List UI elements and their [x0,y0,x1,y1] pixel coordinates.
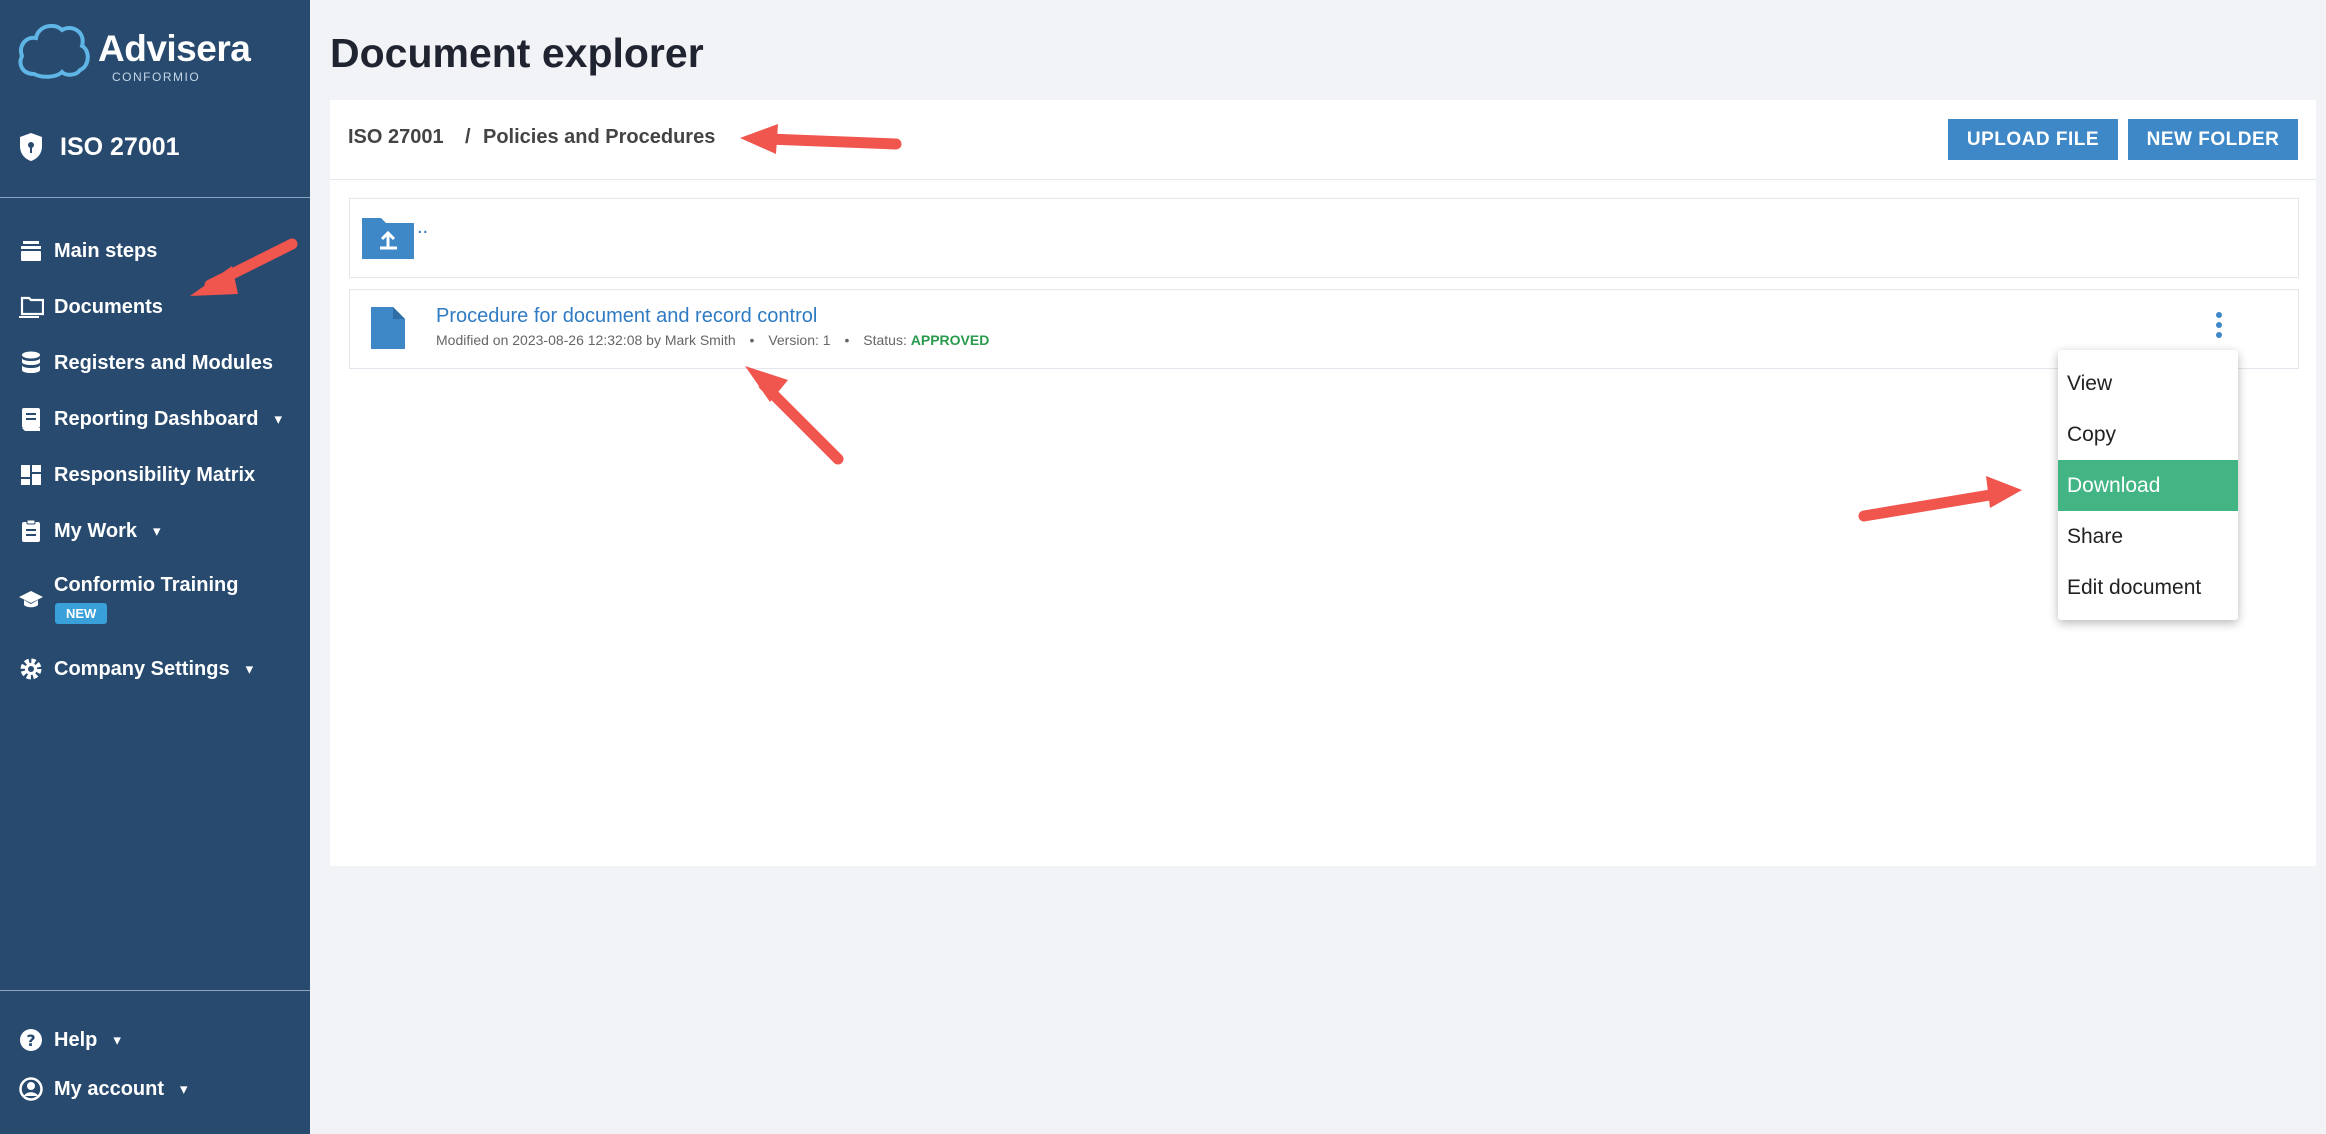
graduation-cap-icon [19,591,43,608]
sidebar-item-label: Main steps [54,239,158,262]
document-title-link[interactable]: Procedure for document and record contro… [436,305,817,328]
more-options-icon[interactable] [2214,312,2224,346]
chevron-down-icon: ▾ [113,1032,121,1049]
cloud-logo-icon [18,23,90,79]
logo[interactable]: Advisera CONFORMIO [16,18,276,88]
sidebar-item-training[interactable]: Conformio Training [18,574,238,612]
help-icon: ? [20,1029,42,1051]
page-title: Document explorer [330,30,704,76]
dashboard-icon [21,465,41,485]
report-icon [22,408,40,431]
sidebar-item-documents[interactable]: Documents [18,294,163,320]
breadcrumb-separator: / [465,126,471,148]
document-row[interactable] [349,289,2299,369]
sidebar-item-reporting-dashboard[interactable]: Reporting Dashboard ▾ [18,406,282,432]
sidebar-item-registers[interactable]: Registers and Modules [18,350,273,376]
stack-icon [21,241,41,261]
menu-item-download[interactable]: Download [2058,460,2238,511]
sidebar-divider [0,990,310,991]
new-folder-button[interactable]: New folder [2128,119,2298,160]
sidebar-item-my-account[interactable]: My account ▾ [18,1076,188,1102]
sidebar-item-label: Conformio Training [54,574,239,596]
sidebar-item-company-settings[interactable]: Company Settings ▾ [18,656,253,682]
meta-separator: • [844,332,850,348]
sidebar-item-label: Help [54,1028,98,1051]
document-status-label: Status: [863,332,907,348]
gear-icon [20,658,42,680]
chevron-down-icon: ▾ [180,1081,188,1098]
sidebar-item-label: Company Settings [54,657,230,680]
new-badge: NEW [55,603,108,624]
sidebar-item-main-steps[interactable]: Main steps [18,238,157,264]
parent-folder-link[interactable]: .. [417,216,428,239]
sidebar-item-label: Reporting Dashboard [54,407,259,430]
explorer-panel: ISO 27001 / Policies and Procedures Uplo… [330,100,2316,866]
brand-subtitle: CONFORMIO [112,70,201,84]
shield-icon [20,133,42,161]
menu-item-copy[interactable]: Copy [2058,409,2238,460]
breadcrumb-root[interactable]: ISO 27001 [348,126,444,149]
sidebar-item-my-work[interactable]: My Work ▾ [18,518,161,544]
chevron-down-icon: ▾ [245,661,254,678]
svg-text:?: ? [26,1031,35,1050]
sidebar-item-label: My account [54,1077,165,1100]
database-icon [22,351,40,373]
document-context-menu: View Copy Download Share Edit document [2058,350,2238,620]
sidebar-item-responsibility-matrix[interactable]: Responsibility Matrix [18,462,255,488]
sidebar-item-label: Documents [54,295,163,318]
account-icon [19,1077,43,1101]
sidebar-item-label: Responsibility Matrix [54,463,256,486]
sidebar-item-label: Registers and Modules [54,351,273,374]
brand-name: Advisera [98,28,251,69]
menu-item-edit-document[interactable]: Edit document [2058,562,2238,613]
document-icon [371,307,405,349]
product-name: ISO 27001 [60,132,180,161]
clipboard-icon [22,519,40,542]
chevron-down-icon: ▾ [274,411,282,428]
parent-folder-row[interactable] [349,198,2299,278]
sidebar: Advisera CONFORMIO ISO 27001 Main steps … [0,0,310,1134]
meta-separator: • [749,332,755,348]
folder-up-icon [362,218,414,259]
document-modified: Modified on 2023-08-26 12:32:08 by Mark … [436,332,736,348]
explorer-toolbar: ISO 27001 / Policies and Procedures Uplo… [330,100,2316,180]
chevron-down-icon: ▾ [152,523,161,540]
status-badge: APPROVED [910,332,990,348]
menu-item-view[interactable]: View [2058,358,2238,409]
sidebar-item-label: My Work [54,519,137,542]
document-version: Version: 1 [768,332,831,348]
product-selector[interactable]: ISO 27001 [18,132,180,162]
sidebar-divider [0,197,310,198]
menu-item-share[interactable]: Share [2058,511,2238,562]
folder-icon [19,296,44,318]
document-meta: Modified on 2023-08-26 12:32:08 by Mark … [436,332,989,348]
sidebar-item-help[interactable]: ? Help ▾ [18,1027,121,1053]
breadcrumb-current: Policies and Procedures [483,126,716,148]
upload-file-button[interactable]: Upload file [1948,119,2118,160]
